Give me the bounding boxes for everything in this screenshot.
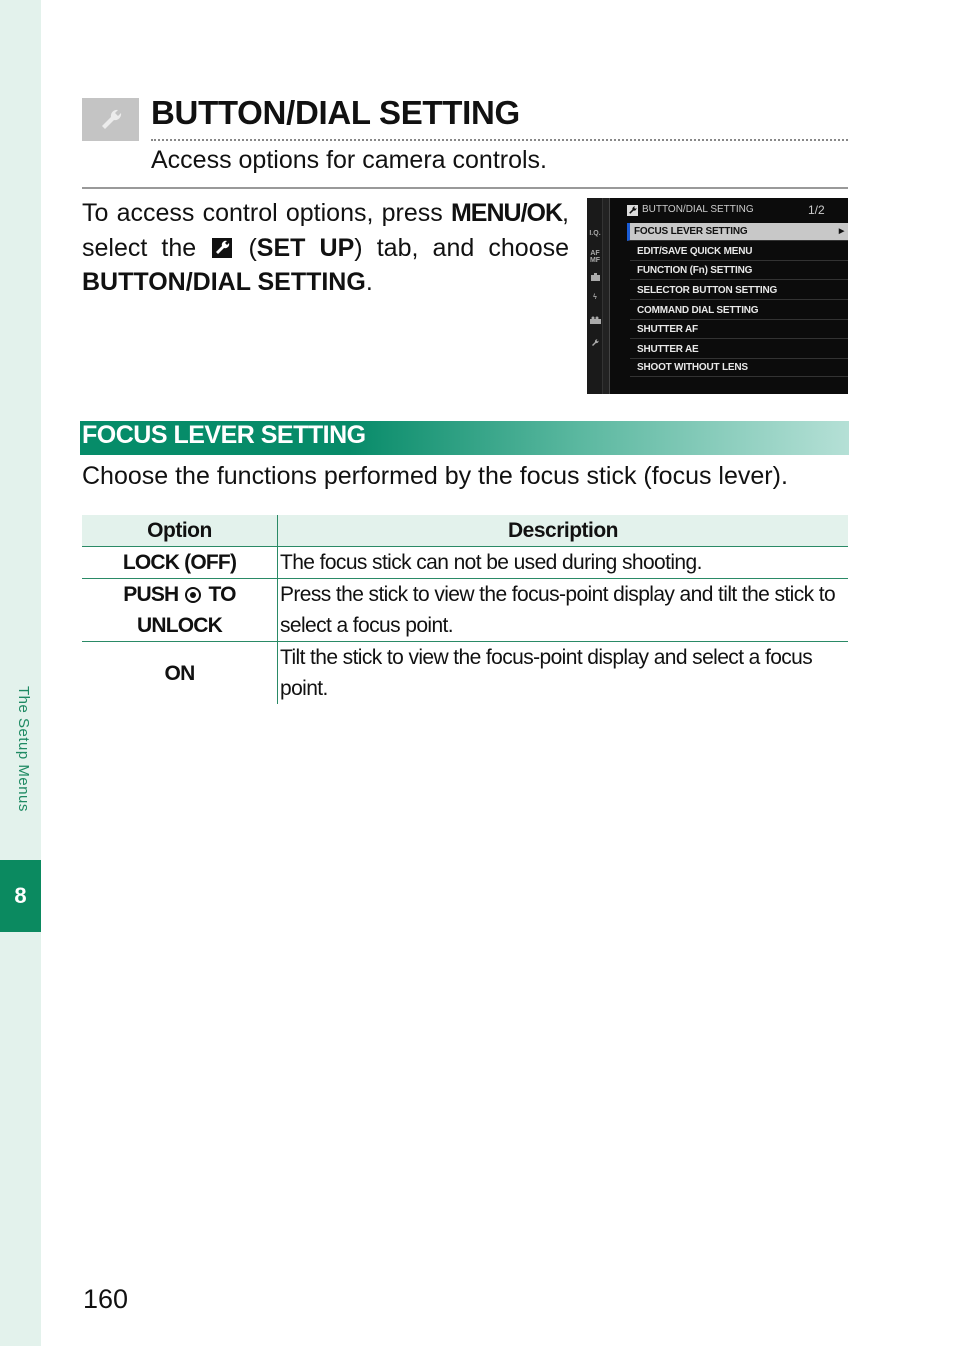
- af-mf-tab-icon: AF MF: [589, 250, 601, 264]
- focus-stick-icon: [185, 587, 202, 603]
- wrench-icon: [82, 98, 139, 141]
- camera-menu-screenshot: I.Q. AF MF ϟ BUTTON/DIAL SETTING 1/2 FOC…: [587, 198, 848, 394]
- flash-icon: ϟ: [593, 294, 597, 301]
- options-table: Option Description LOCK (OFF) The focus …: [82, 515, 848, 704]
- option-cell: LOCK (OFF): [82, 546, 278, 579]
- chapter-number-tab: 8: [0, 860, 41, 932]
- page-subtitle: Access options for camera controls.: [151, 146, 547, 174]
- description-cell: The focus stick can not be used during s…: [277, 546, 848, 579]
- description-cell: Tilt the stick to view the focus-point d…: [280, 646, 813, 700]
- intro-text: To access control options, press: [82, 199, 451, 227]
- intro-text: .: [365, 268, 373, 296]
- description-cell: Press the stick to view the focus-point …: [277, 578, 848, 642]
- camera-menu-page: 1/2: [808, 203, 825, 217]
- setup-tab-name: SET UP: [256, 233, 355, 262]
- header-rule: [82, 187, 848, 189]
- movie-icon: [588, 316, 602, 326]
- camera-icon: [588, 273, 602, 283]
- column-header-description: Description: [277, 515, 848, 547]
- tab-separator: [602, 198, 610, 394]
- chapter-label: The Setup Menus: [15, 686, 32, 812]
- menu-item-name: BUTTON/DIAL SETTING: [82, 268, 366, 296]
- iq-tab-icon: I.Q.: [589, 230, 601, 237]
- camera-menu-item[interactable]: SELECTOR BUTTON SETTING: [630, 282, 848, 300]
- title-divider: [151, 139, 848, 141]
- setup-tab-wrench-icon: [212, 237, 233, 258]
- section-description: Choose the functions performed by the fo…: [82, 462, 788, 490]
- camera-menu-item[interactable]: FUNCTION (Fn) SETTING: [630, 262, 848, 280]
- arrow-right-icon: ▶: [838, 228, 844, 235]
- camera-menu-item[interactable]: FOCUS LEVER SETTING ▶: [627, 223, 848, 241]
- table-row: ON Tilt the stick to view the focus-poin…: [82, 641, 848, 704]
- intro-text: ) tab, and choose: [354, 233, 569, 262]
- camera-menu-item[interactable]: COMMAND DIAL SETTING: [630, 302, 848, 320]
- camera-tab-column: I.Q. AF MF ϟ: [587, 198, 602, 394]
- camera-menu-item[interactable]: SHUTTER AF: [630, 321, 848, 339]
- option-text: PUSH: [123, 583, 179, 606]
- section-header-bar: FOCUS LEVER SETTING: [80, 421, 849, 455]
- option-cell: ON: [82, 641, 278, 704]
- page-number: 160: [83, 1284, 129, 1314]
- camera-menu-item[interactable]: SHOOT WITHOUT LENS: [630, 359, 848, 377]
- camera-menu-item[interactable]: EDIT/SAVE QUICK MENU: [630, 243, 848, 261]
- wrench-icon: [627, 205, 638, 216]
- intro-text: (: [234, 233, 257, 262]
- option-cell: PUSH TO UNLOCK: [82, 578, 278, 642]
- camera-menu-item-label: FOCUS LEVER SETTING: [634, 226, 748, 237]
- chapter-sidebar: The Setup Menus 8: [0, 0, 41, 1346]
- wrench-icon: [588, 338, 602, 350]
- table-row: PUSH TO UNLOCK Press the stick to view t…: [82, 578, 848, 642]
- section-title: FOCUS LEVER SETTING: [82, 421, 366, 449]
- intro-paragraph: To access control options, press MENU/OK…: [82, 196, 569, 300]
- camera-menu-item[interactable]: SHUTTER AE: [630, 341, 848, 359]
- table-header-row: Option Description: [82, 515, 848, 547]
- table-row: LOCK (OFF) The focus stick can not be us…: [82, 546, 848, 579]
- column-header-option: Option: [82, 515, 278, 547]
- menu-ok-key: MENU/OK: [450, 199, 563, 227]
- page-title: BUTTON/DIAL SETTING: [151, 94, 520, 131]
- camera-menu-header: BUTTON/DIAL SETTING: [642, 204, 754, 215]
